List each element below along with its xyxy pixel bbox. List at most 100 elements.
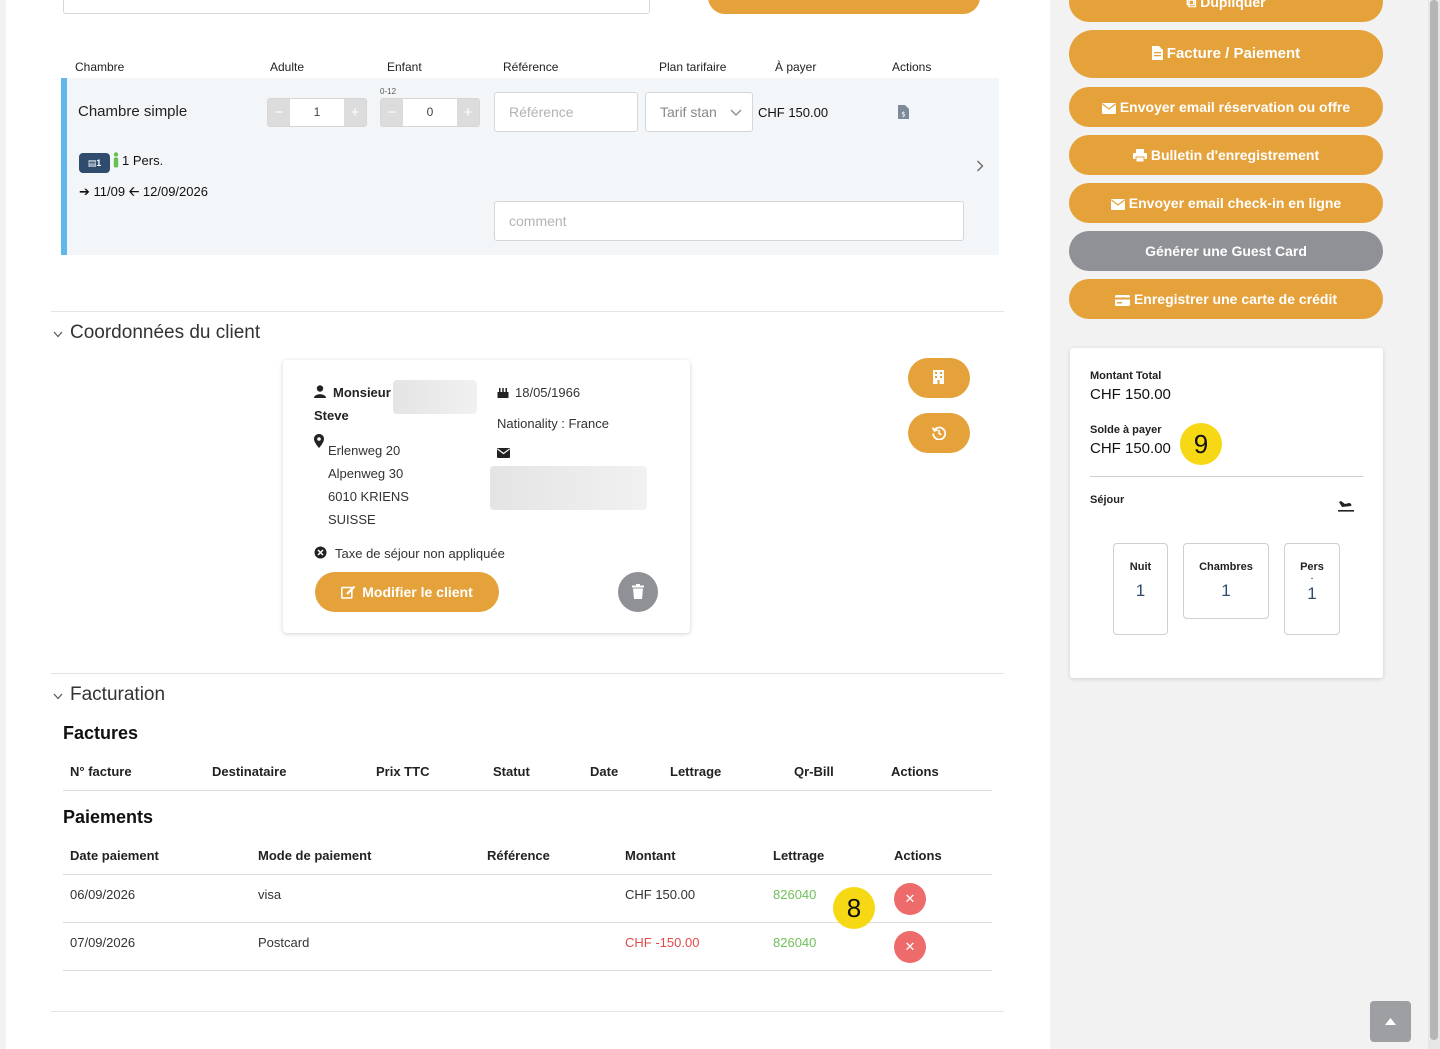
send-checkin-email-label: Envoyer email check-in en ligne	[1128, 195, 1342, 211]
close-icon: ✕	[904, 939, 916, 954]
child-minus-button[interactable]: −	[381, 99, 403, 126]
balance-label: Solde à payer	[1090, 424, 1162, 436]
invoice-col-number: N° facture	[70, 764, 132, 779]
birthday-cake-icon	[497, 388, 509, 398]
annotation-marker: 8	[833, 887, 875, 929]
client-card: Monsieur Steve Erlenweg 20 Alpenweg 30 6…	[283, 360, 690, 633]
payment-date: 06/09/2026	[70, 887, 136, 902]
invoice-col-status: Statut	[493, 764, 530, 779]
address-line: Erlenweg 20	[328, 443, 401, 458]
chevron-down-icon[interactable]	[53, 331, 63, 338]
caret-up-icon	[1385, 1018, 1396, 1025]
person-icon	[113, 152, 119, 168]
payment-date: 07/09/2026	[70, 935, 136, 950]
save-credit-card-button[interactable]: Enregistrer une carte de crédit	[1069, 279, 1383, 319]
bed-count: 1	[96, 158, 102, 168]
history-button[interactable]	[908, 413, 970, 453]
col-adulte: Adulte	[270, 60, 305, 74]
plane-landing-icon	[1338, 501, 1354, 512]
invoice-col-qrbill: Qr-Bill	[794, 764, 834, 779]
invoice-payment-button[interactable]: Facture / Paiement	[1069, 30, 1383, 78]
payment-col-amount: Montant	[625, 848, 676, 863]
top-action-button[interactable]	[708, 0, 980, 14]
save-credit-card-label: Enregistrer une carte de crédit	[1133, 291, 1338, 307]
file-invoice-icon[interactable]: $	[898, 105, 909, 119]
invoices-title: Factures	[63, 723, 139, 743]
adult-plus-button[interactable]: +	[344, 99, 366, 126]
send-booking-email-button[interactable]: Envoyer email réservation ou offre	[1069, 87, 1383, 127]
client-firstname: Steve	[314, 408, 349, 423]
history-icon	[932, 426, 946, 440]
delete-payment-button[interactable]: ✕	[894, 931, 926, 963]
rate-plan-value: Tarif stan	[660, 104, 717, 120]
child-value[interactable]: 0	[403, 99, 457, 126]
send-booking-email-label: Envoyer email réservation ou offre	[1119, 99, 1351, 115]
main-panel: Chambre Adulte Enfant Référence Plan tar…	[6, 0, 1050, 1049]
section-divider	[51, 1011, 1004, 1012]
envelope-icon	[1110, 199, 1125, 210]
child-age-hint: 0-12	[380, 87, 397, 96]
svg-text:$: $	[901, 111, 905, 119]
comment-input[interactable]: comment	[494, 201, 964, 241]
child-plus-button[interactable]: +	[457, 99, 479, 126]
close-icon: ✕	[904, 891, 916, 906]
rate-plan-select[interactable]: Tarif stan	[645, 92, 753, 132]
top-input[interactable]	[63, 0, 650, 14]
edit-client-label: Modifier le client	[362, 584, 473, 600]
file-invoice-icon	[1151, 46, 1163, 60]
adult-minus-button[interactable]: −	[268, 99, 290, 126]
client-section-title[interactable]: Coordonnées du client	[70, 322, 260, 344]
scroll-to-top-button[interactable]	[1370, 1001, 1411, 1042]
tax-note: Taxe de séjour non appliquée	[335, 546, 505, 561]
company-button[interactable]	[908, 358, 970, 398]
chevron-down-icon[interactable]	[53, 693, 63, 700]
bed-badge: ▤1	[79, 153, 110, 173]
annotation-marker: 9	[1180, 423, 1222, 465]
room-name: Chambre simple	[78, 103, 188, 120]
scrollbar-thumb[interactable]	[1430, 0, 1438, 1040]
invoice-col-recipient: Destinataire	[212, 764, 287, 779]
col-reference: Référence	[503, 60, 559, 74]
chevron-right-icon[interactable]	[976, 160, 984, 172]
credit-card-icon	[1114, 295, 1130, 306]
child-stepper[interactable]: − 0 +	[380, 98, 480, 127]
section-divider	[51, 673, 1004, 674]
copy-icon: ⧉	[1186, 0, 1197, 10]
invoice-col-price: Prix TTC	[376, 764, 430, 779]
amount-due: CHF 150.00	[758, 105, 829, 120]
edit-client-button[interactable]: Modifier le client	[315, 572, 499, 612]
payment-lettrage-link[interactable]: 826040	[773, 887, 816, 902]
billing-section-title[interactable]: Facturation	[70, 684, 165, 706]
guest-card-button[interactable]: Générer une Guest Card	[1069, 231, 1383, 271]
scrollbar[interactable]	[1428, 0, 1440, 1049]
payment-mode: visa	[258, 887, 282, 902]
payments-title: Paiements	[63, 807, 154, 827]
table-divider	[63, 970, 992, 971]
duplicate-button[interactable]: ⧉ Dupliquer	[1069, 0, 1383, 22]
persons-stat: Pers . 1	[1284, 543, 1340, 635]
persons-count: 1 Pers.	[122, 153, 164, 168]
col-plan-tarifaire: Plan tarifaire	[659, 60, 727, 74]
registration-form-button[interactable]: Bulletin d'enregistrement	[1069, 135, 1383, 175]
payment-col-mode: Mode de paiement	[258, 848, 372, 863]
adult-value[interactable]: 1	[290, 99, 344, 126]
address-line: 6010 KRIENS	[328, 489, 409, 504]
arrow-right-icon: ➔	[79, 184, 90, 199]
duplicate-label: Dupliquer	[1200, 0, 1266, 10]
trash-icon	[632, 584, 644, 599]
table-divider	[63, 874, 992, 875]
delete-client-button[interactable]	[618, 572, 658, 612]
adult-stepper[interactable]: − 1 +	[267, 98, 367, 127]
payment-lettrage-link[interactable]: 826040	[773, 935, 816, 950]
send-checkin-email-button[interactable]: Envoyer email check-in en ligne	[1069, 183, 1383, 223]
delete-payment-button[interactable]: ✕	[894, 883, 926, 915]
registration-form-label: Bulletin d'enregistrement	[1150, 147, 1320, 163]
reference-input[interactable]: Référence	[494, 92, 638, 132]
client-nationality: Nationality : France	[497, 416, 609, 431]
rooms-label: Chambres	[1199, 561, 1253, 573]
rooms-stat: Chambres 1	[1183, 543, 1269, 619]
col-chambre: Chambre	[75, 60, 125, 74]
payment-amount: CHF -150.00	[625, 935, 700, 950]
payment-amount: CHF 150.00	[625, 887, 696, 902]
envelope-icon	[1101, 103, 1116, 114]
